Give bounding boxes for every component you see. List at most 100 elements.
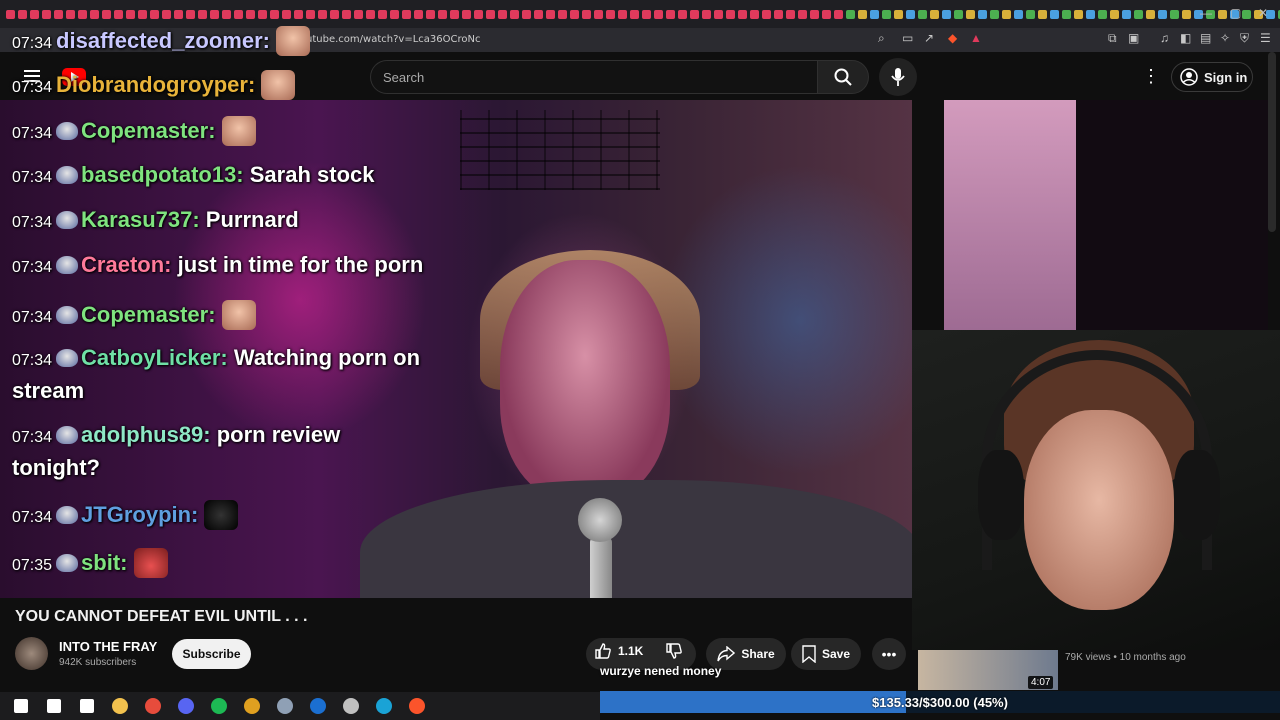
maximize-icon[interactable]: ▢ xyxy=(1230,6,1241,20)
browser-tab[interactable] xyxy=(894,9,903,19)
browser-tab[interactable] xyxy=(126,9,135,19)
browser-tab[interactable] xyxy=(498,9,507,19)
browser-tab[interactable] xyxy=(846,9,855,19)
browser-tab[interactable] xyxy=(702,9,711,19)
browser-tab[interactable] xyxy=(390,9,399,19)
browser-tab[interactable] xyxy=(402,9,411,19)
brave-shield-icon[interactable]: ◆ xyxy=(948,31,957,45)
browser-tab[interactable] xyxy=(474,9,483,19)
browser-tab[interactable] xyxy=(294,9,303,19)
browser-tab[interactable] xyxy=(90,9,99,19)
browser-tab[interactable] xyxy=(1086,9,1095,19)
browser-tab[interactable] xyxy=(618,9,627,19)
browser-tab[interactable] xyxy=(966,9,975,19)
minimize-icon[interactable]: — xyxy=(1200,6,1212,20)
browser-tab[interactable] xyxy=(582,9,591,19)
dislike-button[interactable] xyxy=(665,642,683,665)
browser-tab[interactable] xyxy=(726,9,735,19)
browser-tab[interactable] xyxy=(858,9,867,19)
browser-tab[interactable] xyxy=(414,9,423,19)
browser-tab[interactable] xyxy=(210,9,219,19)
steam-icon[interactable] xyxy=(301,692,334,720)
browser-tab[interactable] xyxy=(246,9,255,19)
browser-tab-strip[interactable] xyxy=(0,0,1280,28)
browser-tab[interactable] xyxy=(606,9,615,19)
browser-tab[interactable] xyxy=(258,9,267,19)
browser-tab[interactable] xyxy=(1038,9,1047,19)
browser-tab[interactable] xyxy=(162,9,171,19)
chrome-icon[interactable] xyxy=(235,692,268,720)
browser-tab[interactable] xyxy=(486,9,495,19)
brave-icon[interactable] xyxy=(400,692,433,720)
extensions-icon[interactable]: ⧉ xyxy=(1108,31,1117,46)
browser-tab[interactable] xyxy=(1050,9,1059,19)
browser-tab[interactable] xyxy=(930,9,939,19)
voice-search-button[interactable] xyxy=(879,58,917,96)
like-button[interactable]: 1.1K xyxy=(594,642,643,660)
url-text[interactable]: youtube.com/watch?v=Lca36OCroNc xyxy=(294,34,480,45)
page-scrollbar[interactable] xyxy=(1268,52,1276,232)
browser-tab[interactable] xyxy=(450,9,459,19)
channel-avatar[interactable] xyxy=(15,637,48,670)
browser-tab[interactable] xyxy=(1002,9,1011,19)
browser-tab[interactable] xyxy=(834,9,843,19)
browser-tab[interactable] xyxy=(66,9,75,19)
browser-tab[interactable] xyxy=(1026,9,1035,19)
browser-tab[interactable] xyxy=(558,9,567,19)
browser-tab[interactable] xyxy=(978,9,987,19)
save-button[interactable]: Save xyxy=(791,638,861,670)
browser-tab[interactable] xyxy=(1146,9,1155,19)
search-icon[interactable] xyxy=(37,692,70,720)
browser-tab[interactable] xyxy=(1134,9,1143,19)
browser-tab[interactable] xyxy=(594,9,603,19)
browser-tab[interactable] xyxy=(1098,9,1107,19)
search-input[interactable]: Search xyxy=(370,60,817,94)
app-icon-2[interactable] xyxy=(334,692,367,720)
browser-tab[interactable] xyxy=(282,9,291,19)
browser-tab[interactable] xyxy=(522,9,531,19)
browser-tab[interactable] xyxy=(318,9,327,19)
browser-tab[interactable] xyxy=(270,9,279,19)
browser-tab[interactable] xyxy=(762,9,771,19)
browser-tab[interactable] xyxy=(630,9,639,19)
browser-tab[interactable] xyxy=(546,9,555,19)
browser-tab[interactable] xyxy=(786,9,795,19)
spotify-icon[interactable] xyxy=(202,692,235,720)
browser-tab[interactable] xyxy=(426,9,435,19)
browser-tab[interactable] xyxy=(234,9,243,19)
browser-tab[interactable] xyxy=(954,9,963,19)
browser-tab[interactable] xyxy=(366,9,375,19)
browser-tab[interactable] xyxy=(1122,9,1131,19)
browser-tab[interactable] xyxy=(222,9,231,19)
browser-tab[interactable] xyxy=(342,9,351,19)
browser-tab[interactable] xyxy=(570,9,579,19)
browser-tab[interactable] xyxy=(1062,9,1071,19)
browser-tab[interactable] xyxy=(654,9,663,19)
browser-tab[interactable] xyxy=(102,9,111,19)
brave-rewards-icon[interactable]: ▲ xyxy=(970,31,982,45)
browser-tab[interactable] xyxy=(42,9,51,19)
browser-tab[interactable] xyxy=(186,9,195,19)
browser-tab[interactable] xyxy=(138,9,147,19)
browser-tab[interactable] xyxy=(738,9,747,19)
browser-tab[interactable] xyxy=(510,9,519,19)
browser-tab[interactable] xyxy=(114,9,123,19)
browser-tab[interactable] xyxy=(1182,9,1191,19)
browser-tab[interactable] xyxy=(666,9,675,19)
browser-tab[interactable] xyxy=(462,9,471,19)
browser-tab[interactable] xyxy=(918,9,927,19)
browser-tab[interactable] xyxy=(378,9,387,19)
edge-icon[interactable] xyxy=(367,692,400,720)
sign-in-button[interactable]: Sign in xyxy=(1171,62,1253,92)
browser-tab[interactable] xyxy=(306,9,315,19)
sidebar-icon[interactable]: ◧ xyxy=(1180,31,1191,45)
zoom-icon[interactable]: ⌕ xyxy=(878,31,885,46)
close-window-icon[interactable]: ✕ xyxy=(1258,6,1268,20)
task-view-icon[interactable] xyxy=(70,692,103,720)
browser-tab[interactable] xyxy=(198,9,207,19)
browser-tab[interactable] xyxy=(30,9,39,19)
subscribe-button[interactable]: Subscribe xyxy=(172,639,251,669)
browser-tab[interactable] xyxy=(150,9,159,19)
browser-tab[interactable] xyxy=(54,9,63,19)
browser-tab[interactable] xyxy=(1110,9,1119,19)
